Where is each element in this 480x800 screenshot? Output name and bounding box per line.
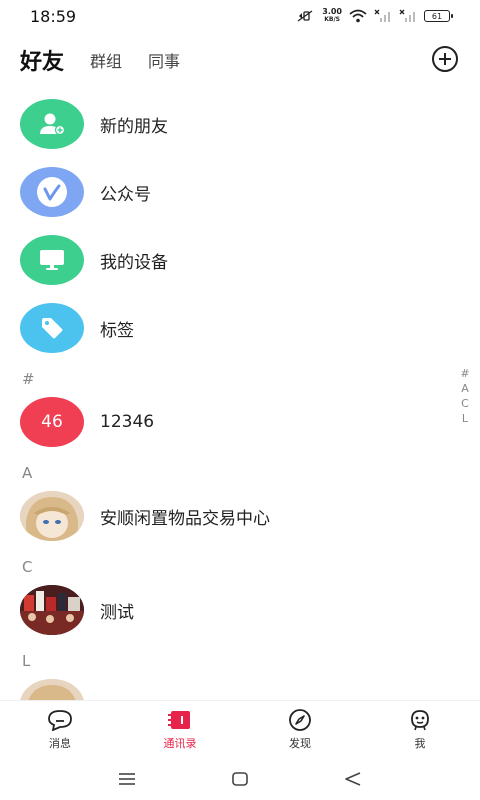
plus-circle-icon (439, 53, 451, 65)
status-icons: 3.00 KB/S 61 (297, 8, 453, 24)
nav-messages[interactable]: 消息 (0, 701, 120, 758)
signal-1-icon (374, 9, 390, 22)
bottom-nav: 消息 通讯录 发现 我 (0, 700, 480, 758)
contact-item[interactable]: 46 12346 (0, 388, 480, 456)
contacts-icon (168, 711, 190, 729)
section-header: L (22, 652, 31, 670)
header: 好友 群组 同事 (0, 40, 480, 80)
anime-avatar-image (20, 491, 84, 541)
list-item-label: 公众号 (100, 184, 151, 205)
nav-label: 通讯录 (163, 737, 197, 750)
contact-item[interactable]: 测试 (0, 576, 480, 644)
home-square-icon (232, 772, 248, 786)
system-nav-bar (0, 758, 480, 800)
mute-vibrate-icon (297, 10, 313, 22)
back-triangle-icon (345, 772, 361, 786)
nav-label: 我 (414, 737, 426, 750)
wifi-icon (349, 9, 367, 23)
network-speed: 3.00 KB/S (322, 8, 342, 24)
anime-avatar-image (20, 679, 84, 700)
contact-avatar (20, 585, 84, 635)
add-button[interactable] (432, 46, 458, 72)
contact-item[interactable]: 安顺闲置物品交易中心 (0, 482, 480, 550)
function-avatar (20, 99, 84, 149)
chat-icon (48, 710, 72, 731)
tab-colleagues[interactable]: 同事 (148, 48, 180, 72)
battery-level: 61 (431, 11, 443, 21)
section-header: # (22, 370, 35, 388)
section-header: C (22, 558, 33, 576)
menu-icon (118, 773, 135, 785)
function-avatar (20, 235, 84, 285)
list-item-label: 标签 (100, 320, 134, 341)
home-button[interactable] (225, 764, 255, 794)
list-item-official-accounts[interactable]: 公众号 (0, 158, 480, 226)
tab-groups[interactable]: 群组 (90, 48, 122, 72)
index-letter[interactable]: L (462, 411, 468, 426)
function-avatar (20, 303, 84, 353)
tab-friends[interactable]: 好友 (20, 44, 64, 76)
contact-avatar (20, 679, 84, 700)
nav-contacts[interactable]: 通讯录 (120, 701, 240, 758)
nav-label: 发现 (289, 737, 311, 750)
index-letter[interactable]: A (461, 381, 469, 396)
nav-label: 消息 (49, 737, 71, 750)
compass-icon (289, 709, 311, 731)
contact-avatar: 46 (20, 397, 84, 447)
index-letter[interactable]: C (461, 396, 469, 411)
contact-name: 12346 (100, 412, 155, 432)
official-account-icon (37, 177, 67, 207)
status-time: 18:59 (30, 6, 77, 26)
list-item-new-friends[interactable]: 新的朋友 (0, 90, 480, 158)
back-button[interactable] (338, 764, 368, 794)
list-item-label: 新的朋友 (100, 116, 168, 137)
function-avatar (20, 167, 84, 217)
contact-item[interactable] (0, 670, 480, 700)
list-item-tags[interactable]: 标签 (0, 294, 480, 362)
menu-button[interactable] (112, 764, 142, 794)
monitor-icon (40, 250, 64, 270)
group-photo-avatar-image (20, 585, 84, 635)
contact-avatar (20, 491, 84, 541)
contact-list[interactable]: 新的朋友 公众号 我的设备 标签 # 46 12346 A 安顺闲置物品交易中心… (0, 90, 480, 700)
network-speed-value: 3.00 (322, 7, 342, 16)
contact-name: 安顺闲置物品交易中心 (100, 508, 270, 529)
avatar-text: 46 (41, 412, 63, 432)
index-letter[interactable]: # (460, 366, 469, 381)
add-user-icon (40, 113, 66, 136)
tag-icon (42, 318, 63, 339)
contact-name: 测试 (100, 602, 134, 623)
network-speed-unit: KB/S (324, 16, 340, 23)
list-item-label: 我的设备 (100, 252, 168, 273)
status-bar: 18:59 3.00 KB/S 61 (0, 0, 480, 32)
list-item-my-devices[interactable]: 我的设备 (0, 226, 480, 294)
profile-icon (411, 710, 429, 731)
section-header: A (22, 464, 33, 482)
alphabet-index[interactable]: # A C L (458, 366, 472, 426)
nav-discover[interactable]: 发现 (240, 701, 360, 758)
signal-2-icon (399, 9, 415, 22)
battery-icon: 61 (424, 10, 453, 22)
nav-me[interactable]: 我 (360, 701, 480, 758)
